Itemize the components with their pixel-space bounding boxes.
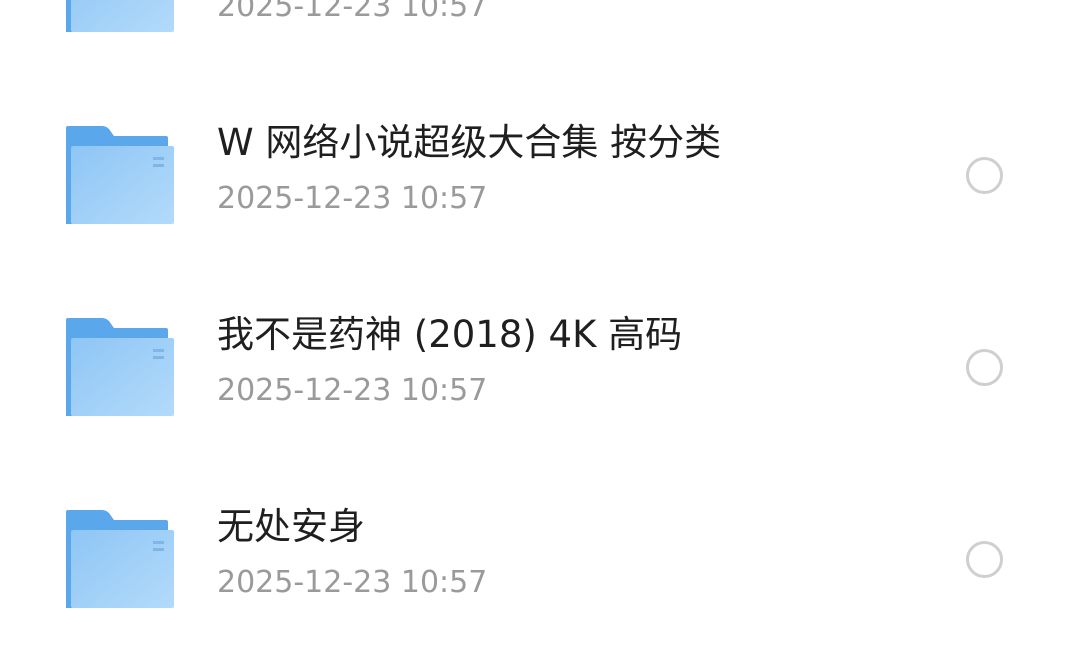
list-item[interactable]: 无处安身 2025-12-23 10:57 <box>0 408 1080 608</box>
select-radio[interactable] <box>966 541 1003 578</box>
list-item[interactable]: W 网络小说超级大合集 按分类 2025-12-23 10:57 <box>0 24 1080 224</box>
file-name: 无处安身 <box>217 505 365 548</box>
file-date: 2025-12-23 10:57 <box>217 0 488 24</box>
file-date: 2025-12-23 10:57 <box>217 565 488 600</box>
list-item[interactable]: 我不是药神 (2018) 4K 高码 2025-12-23 10:57 <box>0 216 1080 416</box>
file-name: 我不是药神 (2018) 4K 高码 <box>217 313 683 356</box>
select-radio[interactable] <box>966 157 1003 194</box>
select-radio[interactable] <box>966 349 1003 386</box>
folder-icon <box>66 510 174 608</box>
folder-icon <box>66 126 174 224</box>
file-date: 2025-12-23 10:57 <box>217 373 488 408</box>
folder-icon <box>66 318 174 416</box>
list-item[interactable]: 2025-12-23 10:57 <box>0 0 1080 32</box>
file-date: 2025-12-23 10:57 <box>217 181 488 216</box>
file-list: 2025-12-23 10:57 W 网络小说超级大合集 按分类 2025-12… <box>0 0 1080 669</box>
file-name: W 网络小说超级大合集 按分类 <box>217 121 722 164</box>
